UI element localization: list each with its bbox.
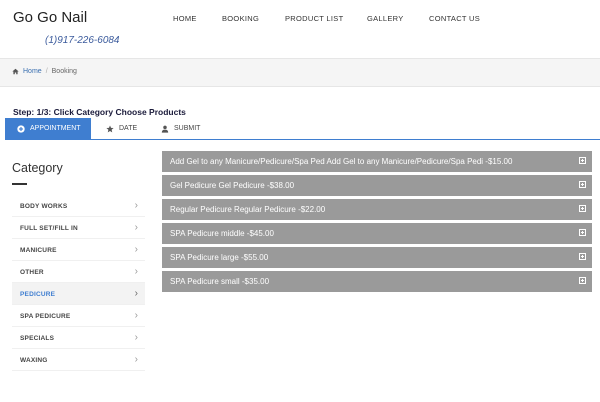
tab-date[interactable]: DATE [106, 118, 137, 139]
product-label: Regular Pedicure Regular Pedicure -$22.0… [170, 205, 326, 214]
category-title: Category [12, 161, 63, 175]
tab-submit[interactable]: SUBMIT [161, 118, 200, 139]
plus-square-icon[interactable] [579, 277, 586, 284]
category-list: BODY WORKS › FULL SET/FILL IN › MANICURE… [12, 195, 145, 371]
product-list: Add Gel to any Manicure/Pedicure/Spa Ped… [162, 151, 592, 295]
booking-steps-tabs: APPOINTMENT DATE SUBMIT [5, 118, 600, 140]
phone-number[interactable]: (1)917-226-6084 [45, 35, 120, 46]
chevron-right-icon: › [134, 244, 138, 255]
product-item[interactable]: Regular Pedicure Regular Pedicure -$22.0… [162, 199, 592, 220]
category-item-specials[interactable]: SPECIALS › [12, 327, 145, 349]
site-header: Go Go Nail (1)917-226-6084 HOME BOOKING … [0, 0, 600, 58]
user-icon [161, 125, 169, 133]
plus-square-icon[interactable] [579, 229, 586, 236]
product-label: SPA Pedicure middle -$45.00 [170, 229, 274, 238]
category-item-label: MANICURE [20, 247, 57, 254]
product-item[interactable]: SPA Pedicure middle -$45.00 [162, 223, 592, 244]
chevron-right-icon: › [134, 288, 138, 299]
category-item-label: PEDICURE [20, 291, 56, 298]
product-label: SPA Pedicure large -$55.00 [170, 253, 269, 262]
plus-circle-icon [17, 124, 25, 133]
category-divider [12, 183, 27, 185]
star-icon [106, 124, 114, 132]
chevron-right-icon: › [134, 200, 138, 211]
breadcrumb-home-link[interactable]: Home [23, 68, 42, 75]
plus-square-icon[interactable] [579, 205, 586, 212]
category-item-label: WAXING [20, 357, 48, 364]
chevron-right-icon: › [134, 332, 138, 343]
category-item-spa-pedicure[interactable]: SPA PEDICURE › [12, 305, 145, 327]
chevron-right-icon: › [134, 354, 138, 365]
product-item[interactable]: SPA Pedicure small -$35.00 [162, 271, 592, 292]
category-item-waxing[interactable]: WAXING › [12, 349, 145, 371]
nav-gallery[interactable]: GALLERY [367, 14, 404, 23]
breadcrumb-bar: Home / Booking [0, 58, 600, 87]
home-icon [12, 68, 19, 75]
category-item-other[interactable]: OTHER › [12, 261, 145, 283]
tab-date-label: DATE [119, 125, 138, 132]
category-item-label: FULL SET/FILL IN [20, 225, 78, 232]
chevron-right-icon: › [134, 310, 138, 321]
chevron-right-icon: › [134, 222, 138, 233]
category-item-full-set-fill-in[interactable]: FULL SET/FILL IN › [12, 217, 145, 239]
category-item-manicure[interactable]: MANICURE › [12, 239, 145, 261]
category-item-body-works[interactable]: BODY WORKS › [12, 195, 145, 217]
category-item-pedicure[interactable]: PEDICURE › [12, 283, 145, 305]
nav-booking[interactable]: BOOKING [222, 14, 259, 23]
step-instructions: Step: 1/3: Click Category Choose Product… [13, 107, 186, 117]
product-item[interactable]: Gel Pedicure Gel Pedicure -$38.00 [162, 175, 592, 196]
chevron-right-icon: › [134, 266, 138, 277]
product-item[interactable]: Add Gel to any Manicure/Pedicure/Spa Ped… [162, 151, 592, 172]
product-item[interactable]: SPA Pedicure large -$55.00 [162, 247, 592, 268]
category-item-label: SPECIALS [20, 335, 55, 342]
tab-appointment-label: APPOINTMENT [30, 125, 81, 132]
category-item-label: BODY WORKS [20, 203, 68, 210]
category-item-label: OTHER [20, 269, 44, 276]
category-item-label: SPA PEDICURE [20, 313, 71, 320]
breadcrumb: Home / Booking [12, 68, 77, 75]
tab-submit-label: SUBMIT [174, 125, 201, 132]
plus-square-icon[interactable] [579, 157, 586, 164]
breadcrumb-separator: / [45, 68, 48, 75]
tab-appointment[interactable]: APPOINTMENT [5, 118, 91, 139]
breadcrumb-current: Booking [51, 68, 77, 75]
product-label: SPA Pedicure small -$35.00 [170, 277, 270, 286]
product-label: Gel Pedicure Gel Pedicure -$38.00 [170, 181, 295, 190]
product-label: Add Gel to any Manicure/Pedicure/Spa Ped… [170, 157, 513, 166]
plus-square-icon[interactable] [579, 181, 586, 188]
plus-square-icon[interactable] [579, 253, 586, 260]
nav-contact-us[interactable]: CONTACT US [429, 14, 480, 23]
nav-product-list[interactable]: PRODUCT LIST [285, 14, 343, 23]
nav-home[interactable]: HOME [173, 14, 197, 23]
main-nav: HOME BOOKING PRODUCT LIST GALLERY CONTAC… [0, 14, 600, 26]
